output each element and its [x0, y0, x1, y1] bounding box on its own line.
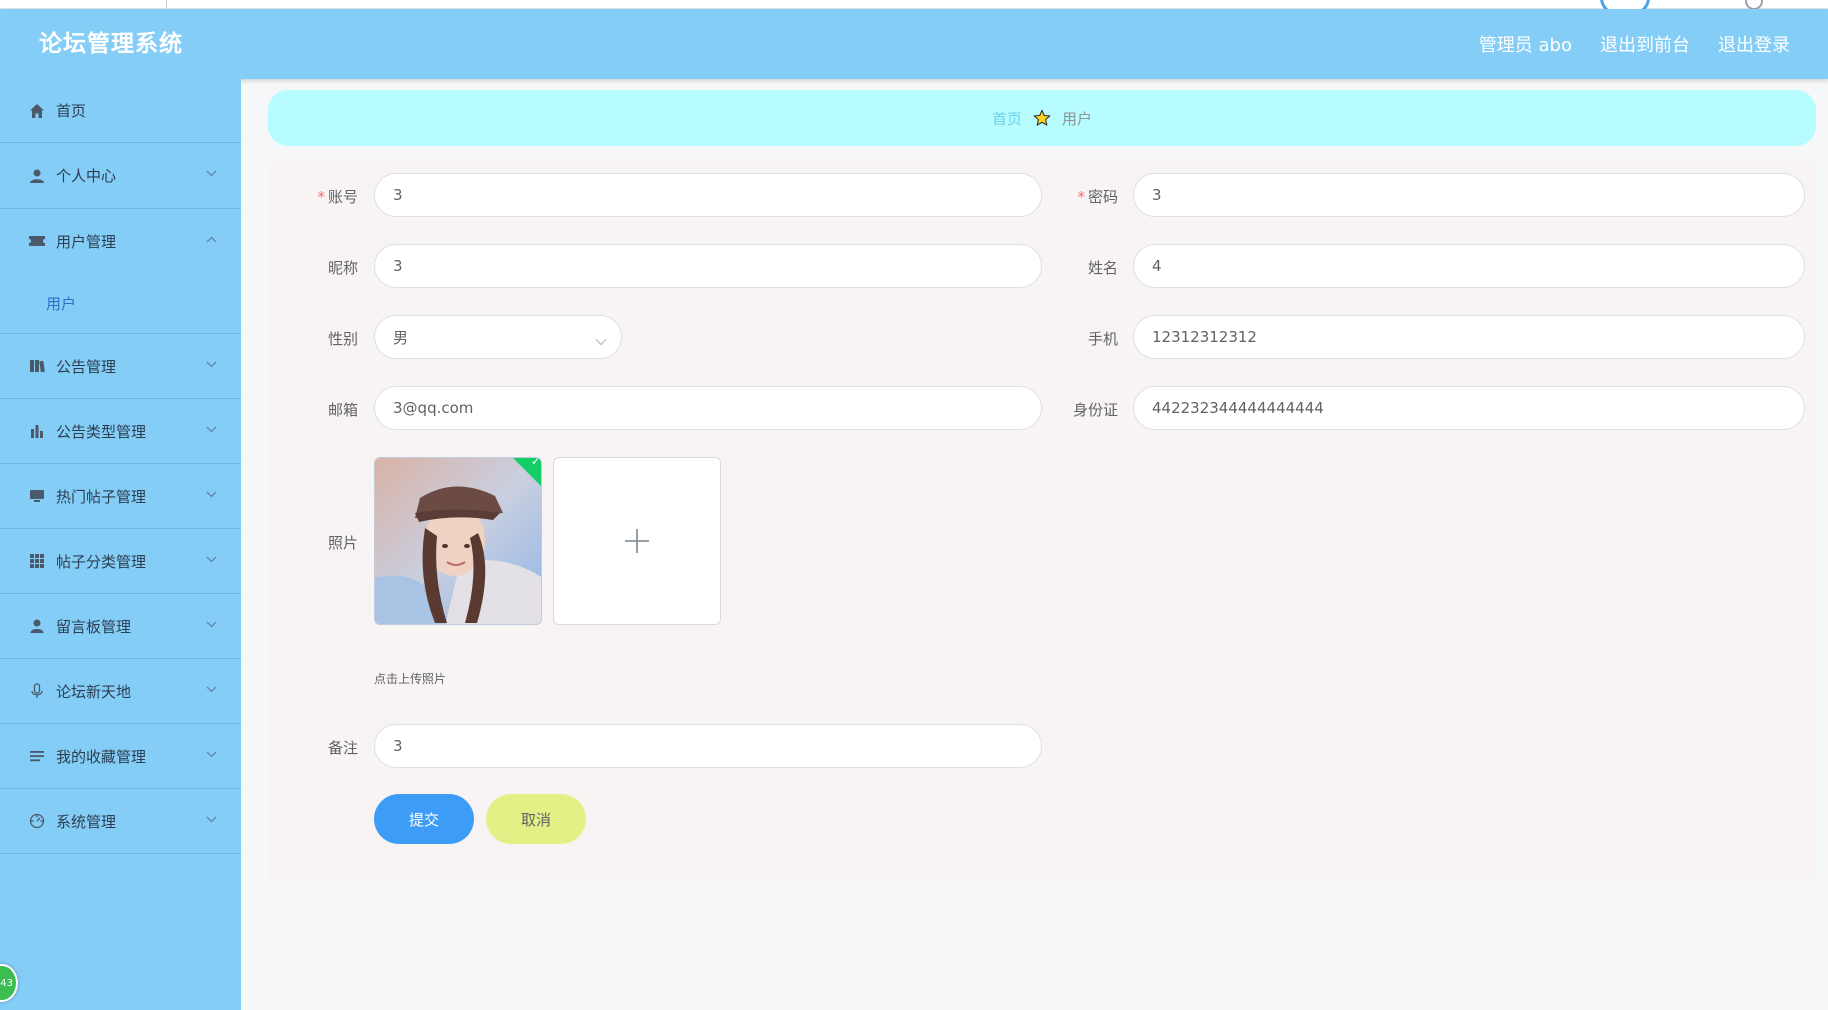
person-icon	[28, 617, 46, 635]
sidebar-item-label: 用户管理	[56, 232, 117, 251]
chevron-down-icon	[205, 358, 217, 370]
admin-user-label: 管理员 abo	[1478, 35, 1572, 56]
chevron-down-icon	[205, 553, 217, 565]
phone-label: 手机	[1087, 330, 1118, 348]
ticket-icon	[28, 232, 46, 250]
sidebar-item-system-management[interactable]: 系统管理	[0, 789, 241, 854]
sidebar-item-label: 热门帖子管理	[56, 487, 147, 506]
microphone-icon	[28, 682, 46, 700]
breadcrumb: 首页 用户	[268, 90, 1816, 146]
breadcrumb-home-link[interactable]: 首页	[992, 108, 1022, 129]
photo-label: 照片	[327, 534, 358, 552]
name-label: 姓名	[1087, 259, 1118, 277]
idcard-input[interactable]: 442232344444444444	[1133, 386, 1805, 430]
sidebar-item-post-category-management[interactable]: 帖子分类管理	[0, 529, 241, 594]
sidebar-item-label: 个人中心	[56, 167, 117, 185]
sidebar-item-label: 首页	[56, 102, 87, 120]
gender-label: 性别	[327, 330, 358, 348]
home-icon	[28, 102, 46, 120]
chevron-down-icon	[205, 488, 217, 500]
sidebar-item-label: 公告类型管理	[56, 422, 147, 441]
sidebar-item-forum-new-world[interactable]: 论坛新天地	[0, 659, 241, 724]
exit-to-front-link[interactable]: 退出到前台	[1600, 31, 1690, 57]
header-actions: 管理员 abo 退出到前台 退出登录	[1479, 9, 1790, 79]
star-icon	[1032, 108, 1052, 128]
photo-upload-button[interactable]	[553, 457, 721, 625]
sidebar-item-label: 帖子分类管理	[56, 552, 147, 571]
submit-button[interactable]: 提交	[374, 794, 474, 844]
top-header: 论坛管理系统 管理员 abo 退出到前台 退出登录	[0, 9, 1828, 79]
logout-link[interactable]: 退出登录	[1718, 31, 1790, 57]
uploaded-photo-thumbnail[interactable]: ✓	[374, 457, 542, 625]
chevron-down-icon	[205, 618, 217, 630]
chevron-down-icon	[205, 167, 217, 179]
sidebar-item-notice-type-management[interactable]: 公告类型管理	[0, 399, 241, 464]
chevron-down-icon	[595, 332, 607, 346]
bar-chart-icon	[28, 422, 46, 440]
account-input[interactable]: 3	[374, 173, 1042, 217]
sidebar-item-my-favorites-management[interactable]: 我的收藏管理	[0, 724, 241, 789]
sidebar-item-label: 留言板管理	[56, 617, 132, 636]
monitor-icon	[28, 487, 46, 505]
sidebar-item-personal-center[interactable]: 个人中心	[0, 143, 241, 209]
sidebar-item-home[interactable]: 首页	[0, 79, 241, 143]
user-icon	[28, 167, 46, 185]
sidebar-subitem-users[interactable]: 用户	[0, 273, 241, 334]
sidebar-item-label: 我的收藏管理	[56, 747, 147, 766]
phone-input[interactable]: 12312312312	[1133, 315, 1805, 359]
list-icon	[28, 747, 46, 765]
sidebar-menu: 首页 个人中心 用户管理 用户 公告管理 公告类型管理 热门帖子管理 帖子分类管…	[0, 79, 241, 1010]
plus-icon	[625, 529, 649, 553]
app-title: 论坛管理系统	[39, 31, 183, 57]
remark-label: 备注	[327, 739, 358, 757]
idcard-label: 身份证	[1072, 401, 1118, 419]
chevron-up-icon	[205, 233, 217, 245]
sidebar-item-user-management[interactable]: 用户管理	[0, 209, 241, 273]
book-icon	[28, 357, 46, 375]
remark-input[interactable]: 3	[374, 724, 1042, 768]
upload-tip: 点击上传照片	[374, 672, 447, 686]
nickname-label: 昵称	[327, 259, 358, 277]
floating-counter-badge[interactable]: 43	[0, 964, 18, 1002]
dashboard-icon	[28, 812, 46, 830]
account-label: * 账号	[317, 188, 358, 206]
password-input[interactable]: 3	[1133, 173, 1805, 217]
email-label: 邮箱	[327, 401, 358, 419]
sidebar-item-message-board-management[interactable]: 留言板管理	[0, 594, 241, 659]
grid-icon	[28, 552, 46, 570]
sidebar-item-notice-management[interactable]: 公告管理	[0, 334, 241, 399]
email-input[interactable]: 3@qq.com	[374, 386, 1042, 430]
gender-select-value: 男	[393, 328, 409, 347]
chevron-down-icon	[205, 748, 217, 760]
check-icon: ✓	[530, 457, 541, 468]
chevron-down-icon	[205, 423, 217, 435]
nickname-input[interactable]: 3	[374, 244, 1042, 288]
browser-top-strip	[0, 0, 1828, 18]
sidebar-item-label: 论坛新天地	[56, 682, 132, 701]
sidebar-item-label: 系统管理	[56, 812, 117, 831]
breadcrumb-current: 用户	[1062, 109, 1093, 128]
name-input[interactable]: 4	[1133, 244, 1805, 288]
password-label: * 密码	[1077, 188, 1118, 206]
chevron-down-icon	[205, 813, 217, 825]
strip-divider	[166, 0, 167, 8]
cancel-button[interactable]: 取消	[486, 794, 586, 844]
gender-select[interactable]: 男	[374, 315, 622, 359]
sidebar-item-label: 公告管理	[56, 357, 117, 376]
sidebar-item-hot-posts-management[interactable]: 热门帖子管理	[0, 464, 241, 529]
chevron-down-icon	[205, 683, 217, 695]
user-edit-form: * 账号 3 * 密码 3 昵称 3 姓名 4 性别 男 手机 1231231231…	[268, 162, 1816, 879]
photo-image	[375, 458, 541, 624]
